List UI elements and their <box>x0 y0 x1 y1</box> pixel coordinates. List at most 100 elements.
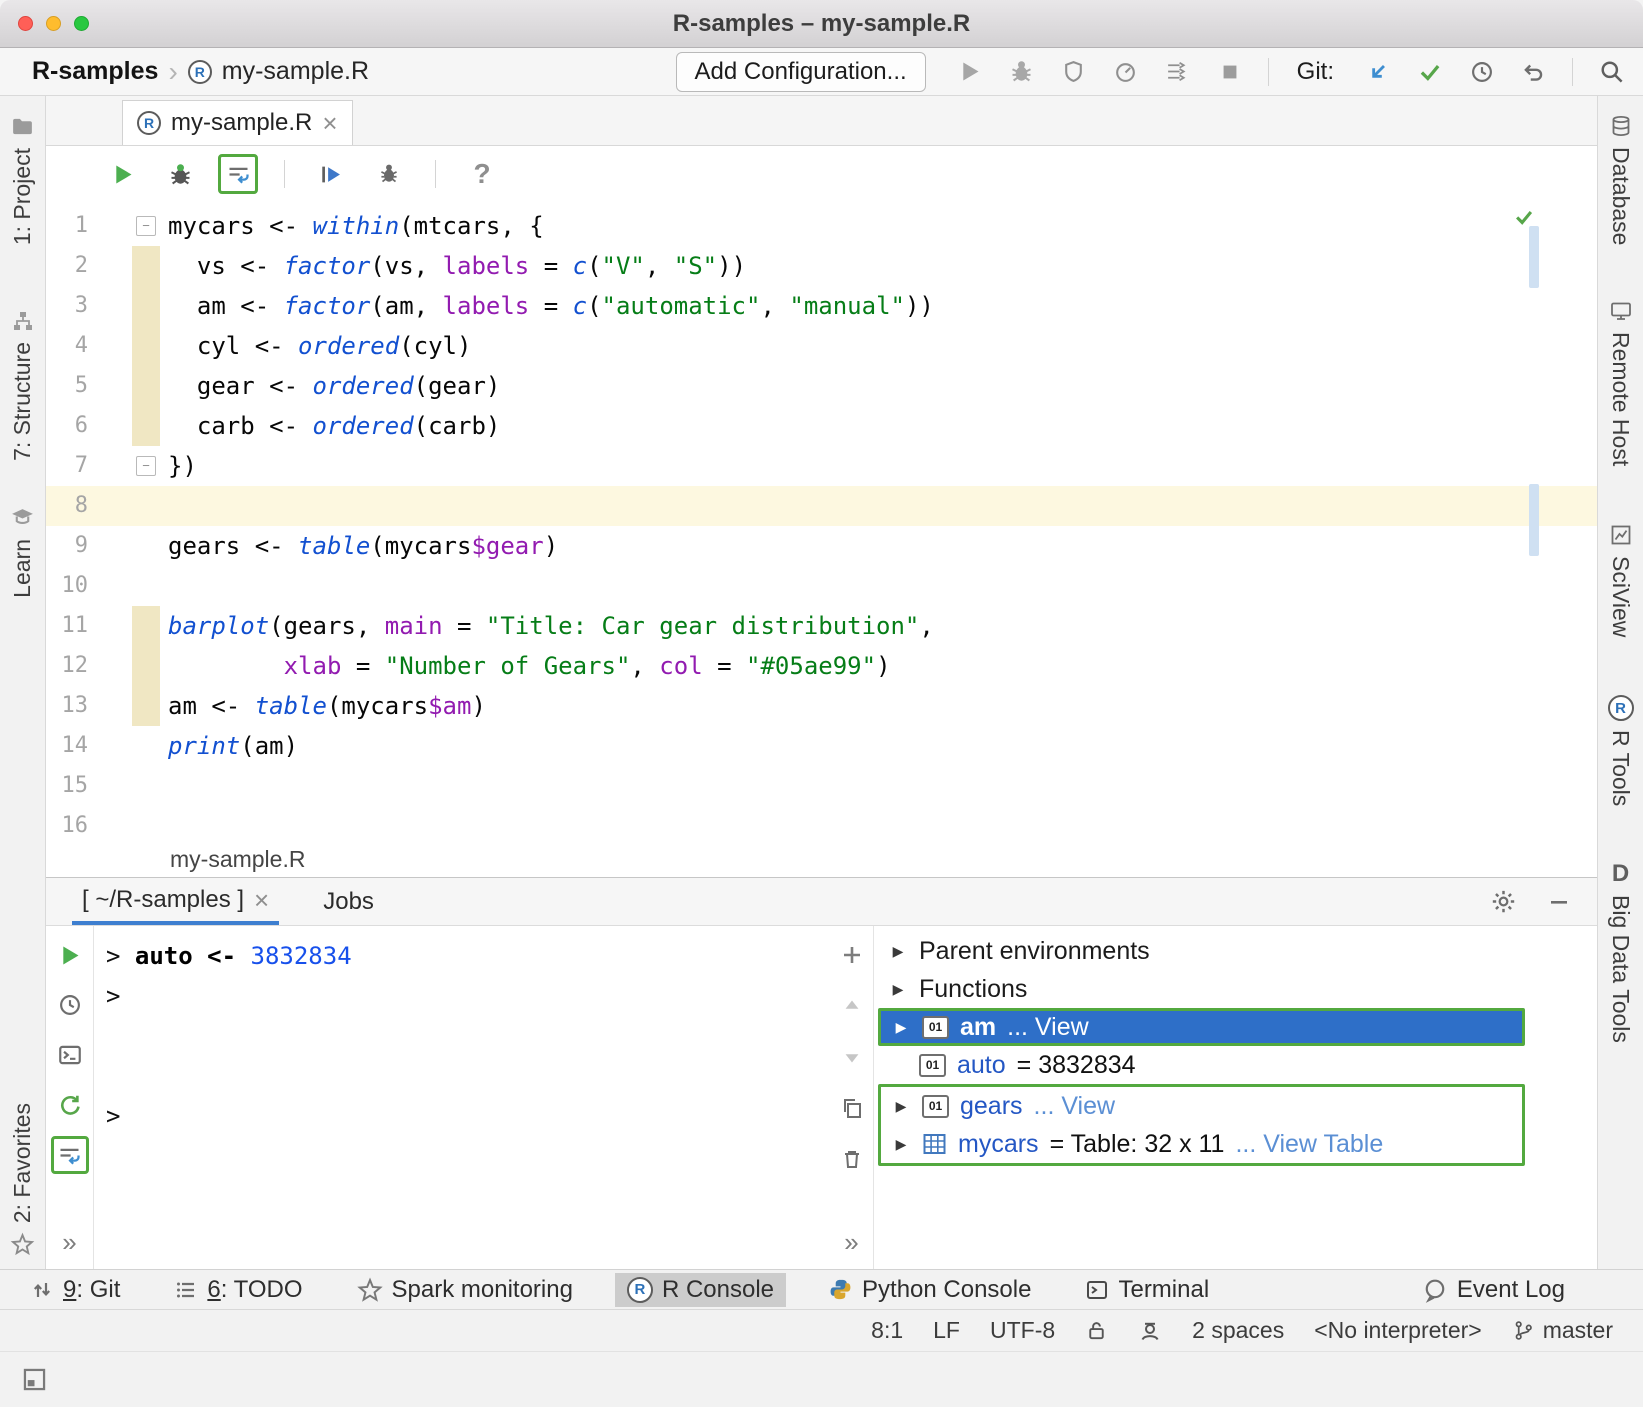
close-window-button[interactable] <box>18 16 33 31</box>
breadcrumb-project[interactable]: R-samples <box>32 57 158 86</box>
code-line-14[interactable]: 14print(am) <box>46 726 1597 766</box>
code-line-10[interactable]: 10 <box>46 566 1597 606</box>
editor-tab[interactable]: R my-sample.R × <box>122 100 353 145</box>
toolwindow-button-6-todo[interactable]: 6: TODO <box>162 1273 314 1307</box>
stripe-button-database[interactable]: Database <box>1607 114 1634 245</box>
coverage-button[interactable] <box>1054 52 1094 92</box>
toolwindow-button-event-log[interactable]: Event Log <box>1410 1273 1577 1307</box>
toolwindow-switcher-button[interactable] <box>14 1360 54 1400</box>
toolwindow-button-9-git[interactable]: 9: Git <box>18 1273 132 1307</box>
jobs-tab[interactable]: Jobs <box>313 878 384 925</box>
stripe-button-sciview[interactable]: SciView <box>1607 523 1634 637</box>
restart-button[interactable] <box>51 1086 89 1124</box>
code-line-4[interactable]: 4 cyl <- ordered(cyl) <box>46 326 1597 366</box>
toolwindow-button-terminal[interactable]: Terminal <box>1073 1273 1221 1307</box>
console-tab[interactable]: [ ~/R-samples ] × <box>72 878 279 925</box>
update-project-button[interactable] <box>1358 52 1398 92</box>
file-encoding[interactable]: UTF-8 <box>990 1317 1055 1344</box>
more-button[interactable]: » <box>51 1223 89 1261</box>
code-line-3[interactable]: 3 am <- factor(am, labels = c("automatic… <box>46 286 1597 326</box>
code-line-5[interactable]: 5 gear <- ordered(gear) <box>46 366 1597 406</box>
indent-info[interactable]: 2 spaces <box>1192 1317 1284 1344</box>
add-configuration-button[interactable]: Add Configuration... <box>676 52 926 92</box>
soft-wrap-button[interactable] <box>51 1136 89 1174</box>
stripe-button-7-structure[interactable]: 7: Structure <box>9 309 36 461</box>
help-button[interactable]: ? <box>462 154 502 194</box>
search-everywhere-button[interactable] <box>1591 52 1631 92</box>
code-line-15[interactable]: 15 <box>46 766 1597 806</box>
console-button[interactable] <box>51 1036 89 1074</box>
code-line-11[interactable]: 11barplot(gears, main = "Title: Car gear… <box>46 606 1597 646</box>
git-branch-widget[interactable]: master <box>1512 1317 1613 1344</box>
fold-icon[interactable]: − <box>136 216 156 236</box>
run-button[interactable] <box>102 154 142 194</box>
view-link[interactable]: ... View Table <box>1235 1130 1383 1159</box>
inspections-ok-icon[interactable] <box>1513 206 1535 228</box>
toolwindow-button-r-console[interactable]: RR Console <box>615 1273 786 1307</box>
expand-icon[interactable]: ▶ <box>891 1098 911 1115</box>
code-line-1[interactable]: 1−mycars <- within(mtcars, { <box>46 206 1597 246</box>
env-group-row-parent-environments[interactable]: ▶Parent environments <box>878 932 1525 970</box>
history-button[interactable] <box>51 986 89 1024</box>
rollback-button[interactable] <box>1514 52 1554 92</box>
expand-icon[interactable]: ▶ <box>888 981 908 998</box>
stop-button[interactable] <box>1210 52 1250 92</box>
rerun-button[interactable] <box>51 936 89 974</box>
editor[interactable]: 1−mycars <- within(mtcars, {2 vs <- fact… <box>46 202 1597 841</box>
stripe-button-1-project[interactable]: 1: Project <box>9 114 36 245</box>
stripe-button-big-data-tools[interactable]: DBig Data Tools <box>1607 862 1634 1043</box>
lock-icon[interactable] <box>1085 1319 1108 1342</box>
stripe-button-learn[interactable]: Learn <box>9 505 36 598</box>
view-link[interactable]: ... View <box>1007 1013 1089 1042</box>
code-line-12[interactable]: 12 xlab = "Number of Gears", col = "#05a… <box>46 646 1597 686</box>
code-line-2[interactable]: 2 vs <- factor(vs, labels = c("V", "S")) <box>46 246 1597 286</box>
variable-row-am[interactable]: ▶01am... View <box>878 1008 1525 1046</box>
soft-wrap-button[interactable] <box>218 154 258 194</box>
caret-position[interactable]: 8:1 <box>871 1317 903 1344</box>
settings-button[interactable] <box>1483 882 1523 922</box>
variable-row-auto[interactable]: 01auto= 3832834 <box>878 1046 1525 1084</box>
debug-selection-button[interactable] <box>369 154 409 194</box>
execute-selection-button[interactable] <box>311 154 351 194</box>
breadcrumb-file-bottom[interactable]: my-sample.R <box>170 846 305 873</box>
add-button[interactable] <box>833 936 871 974</box>
history-button[interactable] <box>1462 52 1502 92</box>
view-link[interactable]: ... View <box>1034 1092 1116 1121</box>
more-button[interactable]: » <box>833 1223 871 1261</box>
zoom-window-button[interactable] <box>74 16 89 31</box>
code-line-8[interactable]: 8 <box>46 486 1597 526</box>
code-line-13[interactable]: 13am <- table(mycars$am) <box>46 686 1597 726</box>
concurrency-button[interactable] <box>1158 52 1198 92</box>
code-line-16[interactable]: 16 <box>46 806 1597 841</box>
close-tab-icon[interactable]: × <box>254 887 269 913</box>
code-line-6[interactable]: 6 carb <- ordered(carb) <box>46 406 1597 446</box>
delete-button[interactable] <box>833 1140 871 1178</box>
debug-disabled-button[interactable] <box>1002 52 1042 92</box>
toolwindow-button-python-console[interactable]: Python Console <box>816 1273 1043 1307</box>
stripe-button-remote-host[interactable]: Remote Host <box>1607 299 1634 466</box>
expand-icon[interactable]: ▶ <box>891 1136 911 1153</box>
hector-icon[interactable] <box>1138 1319 1162 1343</box>
debug-button[interactable] <box>160 154 200 194</box>
variable-row-gears[interactable]: ▶01gears... View <box>881 1087 1522 1125</box>
line-separator[interactable]: LF <box>933 1317 960 1344</box>
close-tab-icon[interactable]: × <box>322 110 337 136</box>
variable-row-mycars[interactable]: ▶mycars= Table: 32 x 11... View Table <box>881 1125 1522 1163</box>
copy-button[interactable] <box>833 1089 871 1127</box>
minimize-window-button[interactable] <box>46 16 61 31</box>
toolwindow-button-spark-monitoring[interactable]: Spark monitoring <box>345 1273 585 1307</box>
stripe-button-2-favorites[interactable]: 2: Favorites <box>9 1103 36 1257</box>
interpreter-info[interactable]: <No interpreter> <box>1314 1317 1481 1344</box>
code-line-9[interactable]: 9gears <- table(mycars$gear) <box>46 526 1597 566</box>
title-bar[interactable]: R-samples – my-sample.R <box>0 0 1643 48</box>
commit-button[interactable] <box>1410 52 1450 92</box>
stripe-button-r-tools[interactable]: RR Tools <box>1607 695 1634 806</box>
expand-icon[interactable]: ▶ <box>891 1019 911 1036</box>
hide-panel-button[interactable] <box>1539 882 1579 922</box>
run-disabled-button[interactable] <box>950 52 990 92</box>
console-output[interactable]: > auto <- 3832834>> <box>94 926 830 1269</box>
breadcrumb-file[interactable]: my-sample.R <box>222 57 369 86</box>
profiler-button[interactable] <box>1106 52 1146 92</box>
expand-icon[interactable]: ▶ <box>888 943 908 960</box>
code-line-7[interactable]: 7−}) <box>46 446 1597 486</box>
